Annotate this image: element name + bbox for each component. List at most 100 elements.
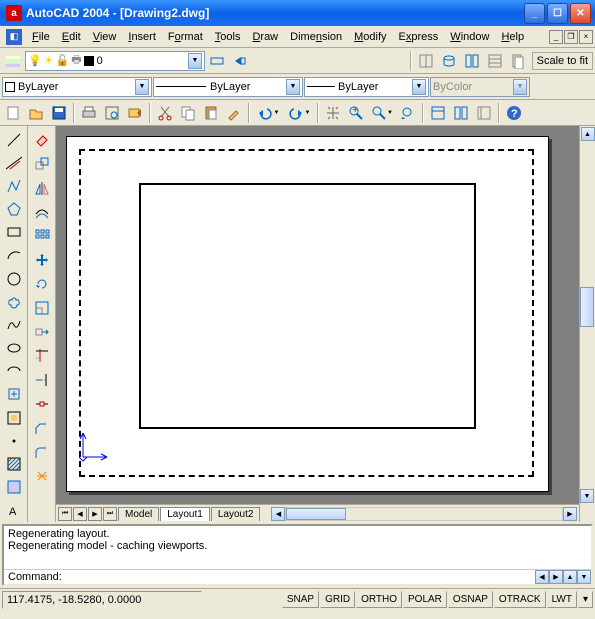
- save-icon[interactable]: [48, 102, 70, 124]
- mdi-restore-button[interactable]: ❐: [564, 30, 578, 44]
- rectangle-icon[interactable]: [3, 222, 25, 243]
- design-center-palette-icon[interactable]: [450, 102, 472, 124]
- viewport-rectangle[interactable]: [139, 183, 476, 429]
- menu-express[interactable]: Express: [393, 29, 445, 45]
- scroll-thumb[interactable]: [580, 287, 594, 327]
- menu-window[interactable]: Window: [444, 29, 495, 45]
- chevron-down-icon[interactable]: ▼: [412, 79, 426, 95]
- snap-toggle[interactable]: SNAP: [282, 591, 319, 608]
- publish-icon[interactable]: [124, 102, 146, 124]
- cmd-scroll-left-icon[interactable]: ◀: [535, 570, 549, 584]
- minimize-button[interactable]: _: [524, 3, 545, 24]
- plot-preview-icon[interactable]: [101, 102, 123, 124]
- polar-toggle[interactable]: POLAR: [403, 591, 447, 608]
- cmd-scroll-right-icon[interactable]: ▶: [549, 570, 563, 584]
- undo-button[interactable]: ▼: [253, 102, 283, 124]
- arc-icon[interactable]: [3, 245, 25, 266]
- erase-icon[interactable]: [31, 129, 53, 151]
- menu-modify[interactable]: Modify: [348, 29, 392, 45]
- menu-dimension[interactable]: Dimension: [284, 29, 348, 45]
- menu-insert[interactable]: Insert: [122, 29, 162, 45]
- scroll-thumb[interactable]: [286, 508, 346, 520]
- tab-model[interactable]: Model: [118, 507, 159, 521]
- cut-icon[interactable]: [154, 102, 176, 124]
- copy-icon[interactable]: [177, 102, 199, 124]
- construction-line-icon[interactable]: [3, 152, 25, 173]
- scroll-right-icon[interactable]: ▶: [563, 507, 577, 521]
- make-block-icon[interactable]: [3, 407, 25, 428]
- chevron-down-icon[interactable]: ▼: [135, 79, 149, 95]
- drawing-viewport[interactable]: ⏮ ◀ ▶ ⏭ Model Layout1 Layout2 ◀ ▶: [56, 126, 579, 522]
- point-icon[interactable]: [3, 430, 25, 451]
- tab-layout1[interactable]: Layout1: [160, 507, 210, 521]
- horizontal-scrollbar[interactable]: ◀ ▶: [271, 507, 577, 521]
- tab-layout2[interactable]: Layout2: [211, 507, 261, 521]
- help-icon[interactable]: ?: [503, 102, 525, 124]
- scale-icon[interactable]: [31, 297, 53, 319]
- insert-block-icon[interactable]: [3, 384, 25, 405]
- ellipse-arc-icon[interactable]: [3, 361, 25, 382]
- ellipse-icon[interactable]: [3, 338, 25, 359]
- region-icon[interactable]: [3, 477, 25, 498]
- mdi-minimize-button[interactable]: _: [549, 30, 563, 44]
- spline-icon[interactable]: [3, 314, 25, 335]
- tab-next-icon[interactable]: ▶: [88, 507, 102, 521]
- design-center-icon[interactable]: [461, 50, 483, 72]
- status-tray-icon[interactable]: ▾: [578, 591, 593, 608]
- redo-button[interactable]: ▼: [284, 102, 314, 124]
- close-button[interactable]: ✕: [570, 3, 591, 24]
- menu-draw[interactable]: Draw: [246, 29, 284, 45]
- cmd-scroll-up-icon[interactable]: ▲: [563, 570, 577, 584]
- pan-icon[interactable]: [322, 102, 344, 124]
- break-icon[interactable]: [31, 393, 53, 415]
- maximize-button[interactable]: ☐: [547, 3, 568, 24]
- tool-palettes-icon[interactable]: [473, 102, 495, 124]
- coordinates-display[interactable]: 117.4175, -18.5280, 0.0000: [2, 591, 202, 609]
- circle-icon[interactable]: [3, 268, 25, 289]
- lineweight-dropdown[interactable]: ByLayer ▼: [304, 77, 429, 97]
- polygon-icon[interactable]: [3, 199, 25, 220]
- new-icon[interactable]: [2, 102, 24, 124]
- layer-previous-icon[interactable]: [229, 50, 251, 72]
- offset-icon[interactable]: [31, 201, 53, 223]
- explode-icon[interactable]: [31, 465, 53, 487]
- linetype-dropdown[interactable]: ByLayer ▼: [153, 77, 303, 97]
- properties-icon[interactable]: [484, 50, 506, 72]
- chevron-down-icon[interactable]: ▼: [286, 79, 300, 95]
- copy-object-icon[interactable]: [31, 153, 53, 175]
- paste-icon[interactable]: [200, 102, 222, 124]
- tab-prev-icon[interactable]: ◀: [73, 507, 87, 521]
- menu-file[interactable]: File: [26, 29, 56, 45]
- zoom-realtime-icon[interactable]: +: [345, 102, 367, 124]
- sheet-set-icon[interactable]: [507, 50, 529, 72]
- rotate-icon[interactable]: [31, 273, 53, 295]
- document-icon[interactable]: ◧: [6, 29, 22, 45]
- mdi-close-button[interactable]: ×: [579, 30, 593, 44]
- zoom-window-icon[interactable]: ▼: [368, 102, 396, 124]
- revision-cloud-icon[interactable]: [3, 291, 25, 312]
- menu-format[interactable]: Format: [162, 29, 209, 45]
- toolpalette-icon[interactable]: [415, 50, 437, 72]
- menu-tools[interactable]: Tools: [209, 29, 247, 45]
- line-icon[interactable]: [3, 129, 25, 150]
- fillet-icon[interactable]: [31, 441, 53, 463]
- text-icon[interactable]: A: [3, 500, 25, 521]
- zoom-previous-icon[interactable]: [397, 102, 419, 124]
- extend-icon[interactable]: [31, 369, 53, 391]
- layer-manager-icon[interactable]: [2, 50, 24, 72]
- cmd-scroll-down-icon[interactable]: ▼: [577, 570, 591, 584]
- chamfer-icon[interactable]: [31, 417, 53, 439]
- otrack-toggle[interactable]: OTRACK: [494, 591, 546, 608]
- grid-toggle[interactable]: GRID: [320, 591, 355, 608]
- mirror-icon[interactable]: [31, 177, 53, 199]
- properties-palette-icon[interactable]: [427, 102, 449, 124]
- polyline-icon[interactable]: [3, 175, 25, 196]
- plot-icon[interactable]: [78, 102, 100, 124]
- command-input[interactable]: [64, 571, 587, 583]
- osnap-toggle[interactable]: OSNAP: [448, 591, 493, 608]
- layer-dropdown[interactable]: 💡☀🔓🖶 0 ▼: [25, 51, 205, 71]
- array-icon[interactable]: [31, 225, 53, 247]
- ortho-toggle[interactable]: ORTHO: [356, 591, 402, 608]
- tab-last-icon[interactable]: ⏭: [103, 507, 117, 521]
- menu-help[interactable]: Help: [495, 29, 530, 45]
